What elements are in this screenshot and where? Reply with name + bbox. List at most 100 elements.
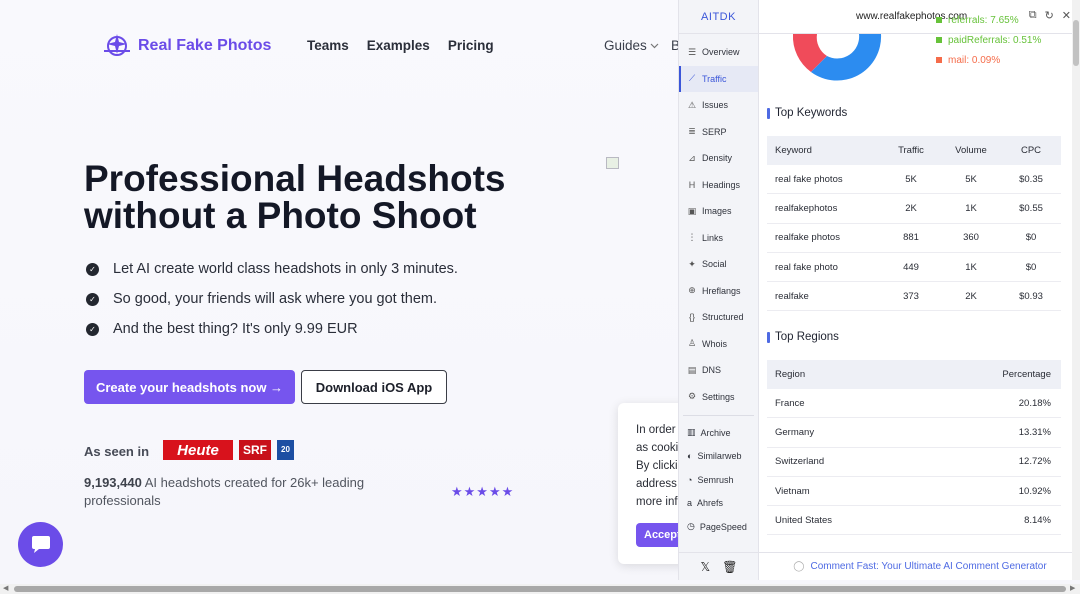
- cell: 10.92%: [1018, 485, 1051, 497]
- table-row[interactable]: France 20.18%: [767, 389, 1061, 419]
- nav-links[interactable]: ⋮ Links: [679, 225, 758, 252]
- similarweb-icon: ◐: [687, 451, 693, 462]
- chat-button[interactable]: [18, 522, 63, 567]
- tool-ahrefs[interactable]: a Ahrefs: [679, 492, 758, 516]
- nav-traffic[interactable]: ⟋ Traffic: [679, 65, 758, 92]
- main-nav: Teams Examples Pricing: [307, 38, 512, 53]
- tool-label: Semrush: [697, 474, 734, 485]
- nav-structured[interactable]: {} Structured: [679, 304, 758, 331]
- tool-semrush[interactable]: ◔ Semrush: [679, 468, 758, 492]
- image-icon: ▣: [687, 205, 697, 216]
- semrush-icon: ◔: [687, 474, 693, 485]
- list-icon: ☰: [687, 46, 697, 57]
- table-row[interactable]: real fake photo 449 1K $0: [767, 253, 1061, 283]
- as-seen-in-label: As seen in: [84, 444, 150, 459]
- cell: 5K: [905, 173, 917, 185]
- trash-icon[interactable]: 🗑: [722, 560, 737, 574]
- nav-guides[interactable]: Guides: [604, 38, 659, 53]
- table-row[interactable]: United States 8.14%: [767, 506, 1061, 536]
- vertical-scroll-thumb[interactable]: [1073, 20, 1079, 66]
- tool-label: Archive: [700, 427, 731, 438]
- nav-label: SERP: [702, 126, 727, 137]
- feature-text: And the best thing? It's only 9.99 EUR: [113, 321, 358, 337]
- twitter-icon: ✦: [688, 258, 696, 269]
- nav-whois[interactable]: ♙ Whois: [679, 331, 758, 358]
- nav-label: Issues: [702, 100, 729, 111]
- column-header: Traffic: [898, 145, 924, 156]
- column-header: Volume: [955, 145, 987, 156]
- nav-examples[interactable]: Examples: [367, 38, 430, 53]
- cell: $0.93: [1019, 290, 1043, 302]
- nav-label: Whois: [702, 338, 728, 349]
- table-row[interactable]: real fake photos 5K 5K $0.35: [767, 165, 1061, 195]
- cell: 5K: [965, 173, 977, 185]
- cell: Switzerland: [775, 456, 825, 468]
- column-header: CPC: [1020, 145, 1042, 156]
- nav-hreflangs[interactable]: ⊕ Hreflangs: [679, 278, 758, 305]
- cell: 373: [903, 290, 919, 302]
- extension-sidebar-footer: 𝕏 🗑: [679, 552, 759, 580]
- scroll-left-icon[interactable]: ◀: [3, 584, 8, 592]
- column-header: Percentage: [1002, 369, 1051, 380]
- cookie-line: address: [636, 478, 677, 490]
- nav-density[interactable]: ⊿ Density: [679, 145, 758, 172]
- site-logo[interactable]: Real Fake Photos: [102, 31, 271, 61]
- nav-serp[interactable]: ≣ SERP: [679, 119, 758, 146]
- promo-link[interactable]: ◯ Comment Fast: Your Ultimate AI Comment…: [759, 552, 1080, 580]
- hero-title: Professional Headshots without a Photo S…: [84, 158, 506, 236]
- download-ios-app-button[interactable]: Download iOS App: [301, 370, 447, 404]
- horizontal-scrollbar[interactable]: ◀ ▶: [0, 584, 1080, 594]
- cell: 360: [963, 232, 979, 244]
- close-icon[interactable]: ✕: [1062, 9, 1071, 22]
- tool-archive[interactable]: ▥ Archive: [679, 421, 758, 445]
- tool-label: Ahrefs: [697, 498, 724, 509]
- table-row[interactable]: realfakephotos 2K 1K $0.55: [767, 194, 1061, 224]
- nav-pricing[interactable]: Pricing: [448, 38, 494, 53]
- feature-item: ✓ And the best thing? It's only 9.99 EUR: [86, 314, 458, 344]
- create-headshots-button[interactable]: Create your headshots now →: [84, 370, 295, 404]
- nav-images[interactable]: ▣ Images: [679, 198, 758, 225]
- tool-label: PageSpeed: [699, 521, 747, 532]
- cell: $0.55: [1019, 202, 1043, 214]
- vertical-scrollbar[interactable]: [1072, 0, 1080, 580]
- nav-dns[interactable]: ▤ DNS: [679, 357, 758, 384]
- nav-label: Settings: [702, 391, 735, 402]
- nav-issues[interactable]: ⚠ Issues: [679, 92, 758, 119]
- check-icon: ✓: [86, 322, 99, 336]
- cell: $0: [1025, 261, 1037, 273]
- nav-social[interactable]: ✦ Social: [679, 251, 758, 278]
- cell: 1K: [965, 202, 977, 214]
- comment-icon: ◯: [793, 561, 805, 572]
- heading-icon: H: [688, 179, 696, 190]
- x-icon[interactable]: 𝕏: [701, 560, 711, 574]
- nav-teams[interactable]: Teams: [307, 38, 349, 53]
- refresh-icon[interactable]: ↻: [1045, 9, 1054, 22]
- user-icon: ♙: [687, 338, 697, 349]
- table-row[interactable]: Switzerland 12.72%: [767, 448, 1061, 477]
- horizontal-scroll-thumb[interactable]: [14, 586, 1066, 592]
- table-header: Keyword Traffic Volume CPC: [767, 136, 1061, 165]
- feature-list: ✓ Let AI create world class headshots in…: [86, 254, 458, 344]
- table-row[interactable]: Vietnam 10.92%: [767, 477, 1061, 507]
- tool-label: Similarweb: [697, 451, 742, 462]
- section-title-text: Top Keywords: [775, 107, 848, 119]
- headshot-count: 9,193,440 AI headshots created for 26k+ …: [84, 474, 384, 510]
- nav-label: Density: [702, 153, 733, 164]
- nav-label: Images: [702, 206, 732, 217]
- tool-pagespeed[interactable]: ◷ PageSpeed: [679, 515, 758, 539]
- tool-similarweb[interactable]: ◐ Similarweb: [679, 445, 758, 469]
- table-row[interactable]: realfake 373 2K $0.93: [767, 282, 1061, 312]
- nav-overview[interactable]: ☰ Overview: [679, 39, 758, 66]
- nav-settings[interactable]: ⚙ Settings: [679, 384, 758, 411]
- serp-icon: ≣: [688, 126, 696, 137]
- nav-headings[interactable]: H Headings: [679, 172, 758, 199]
- table-header: Region Percentage: [767, 360, 1061, 389]
- traffic-donut-chart: [792, 34, 882, 81]
- archive-icon: ▥: [687, 427, 696, 438]
- table-row[interactable]: Germany 13.31%: [767, 418, 1061, 448]
- table-row[interactable]: realfake photos 881 360 $0: [767, 224, 1061, 253]
- ahrefs-icon: a: [687, 498, 693, 509]
- column-header: Keyword: [775, 145, 812, 156]
- scroll-right-icon[interactable]: ▶: [1070, 584, 1075, 592]
- cell: 881: [903, 232, 919, 244]
